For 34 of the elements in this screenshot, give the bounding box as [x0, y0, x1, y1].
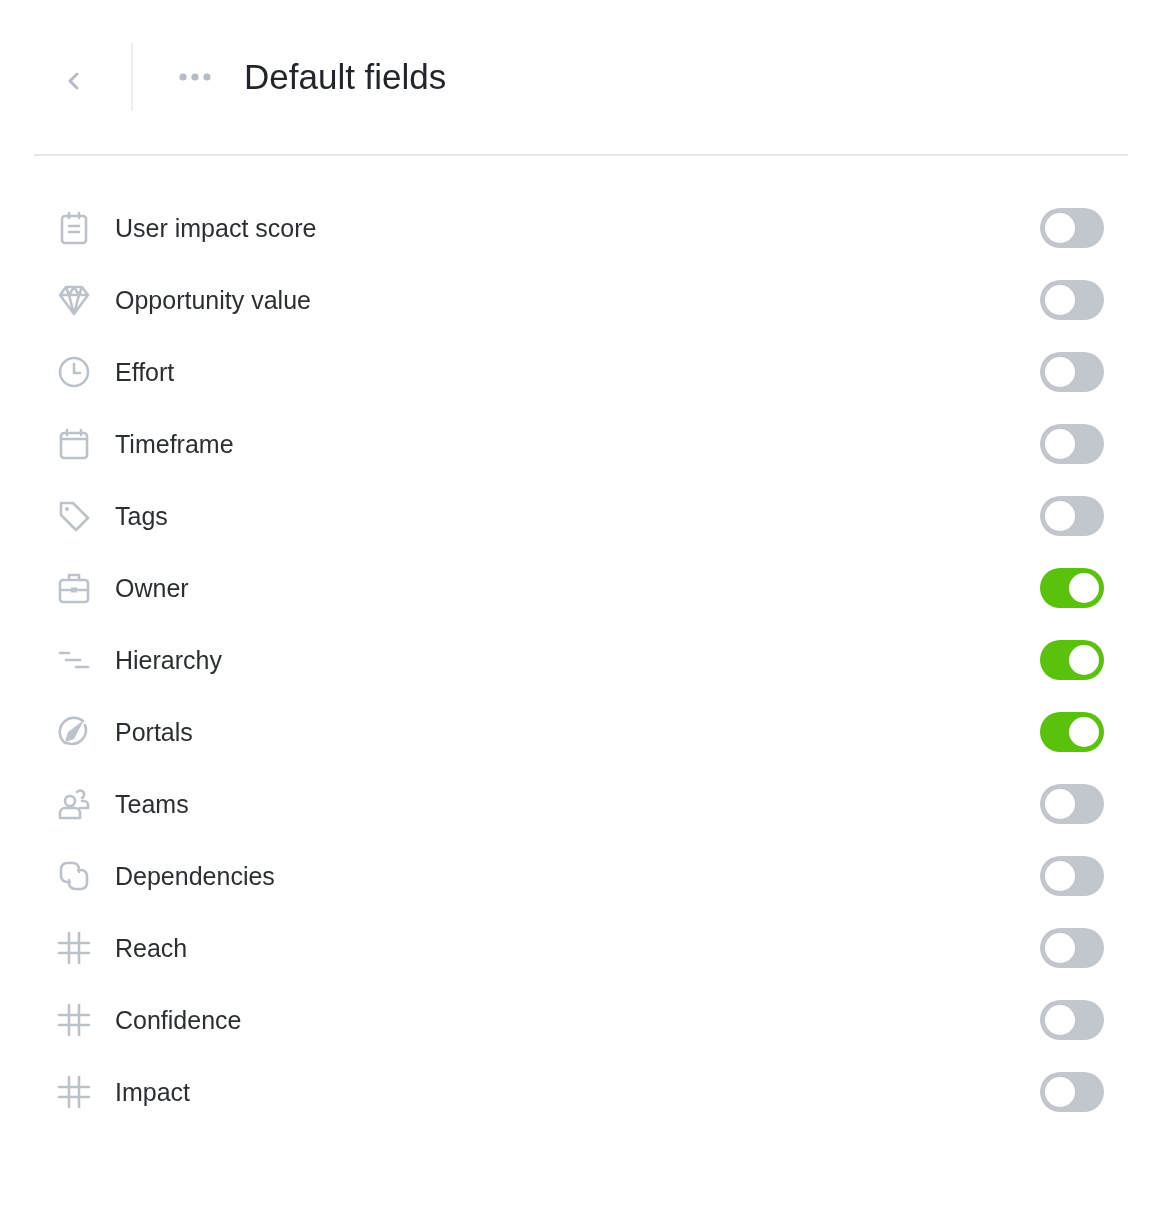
toggle-switch[interactable] [1040, 712, 1104, 752]
toggle-switch[interactable] [1040, 424, 1104, 464]
toggle-switch[interactable] [1040, 1000, 1104, 1040]
page-title: Default fields [244, 57, 447, 97]
toggle-switch[interactable] [1040, 856, 1104, 896]
hash-icon [56, 1074, 92, 1110]
field-label: Confidence [115, 1005, 243, 1035]
toggle-switch[interactable] [1040, 568, 1104, 608]
clock-icon [56, 354, 92, 390]
toggle-switch[interactable] [1040, 928, 1104, 968]
field-label: Effort [115, 357, 176, 387]
hash-icon [56, 1002, 92, 1038]
field-label: Teams [115, 789, 190, 819]
toggle-switch[interactable] [1040, 784, 1104, 824]
toggle-switch[interactable] [1040, 280, 1104, 320]
toggle-switch[interactable] [1040, 352, 1104, 392]
field-label: Owner [115, 573, 190, 603]
field-label: Dependencies [115, 861, 276, 891]
field-label: Portals [115, 717, 194, 747]
field-label: Tags [115, 501, 169, 531]
toggle-switch[interactable] [1040, 1072, 1104, 1112]
people-icon [56, 786, 92, 822]
toggle-switch[interactable] [1040, 496, 1104, 536]
field-label: Timeframe [115, 429, 235, 459]
field-label: Hierarchy [115, 645, 223, 675]
field-label: User impact score [115, 213, 318, 243]
field-label: Impact [115, 1077, 192, 1107]
toggle-switch[interactable] [1040, 208, 1104, 248]
field-label: Reach [115, 933, 189, 963]
toggle-switch[interactable] [1040, 640, 1104, 680]
hash-icon [56, 930, 92, 966]
more-button[interactable] [178, 72, 212, 82]
field-label: Opportunity value [115, 285, 312, 315]
more-icon [178, 72, 212, 82]
